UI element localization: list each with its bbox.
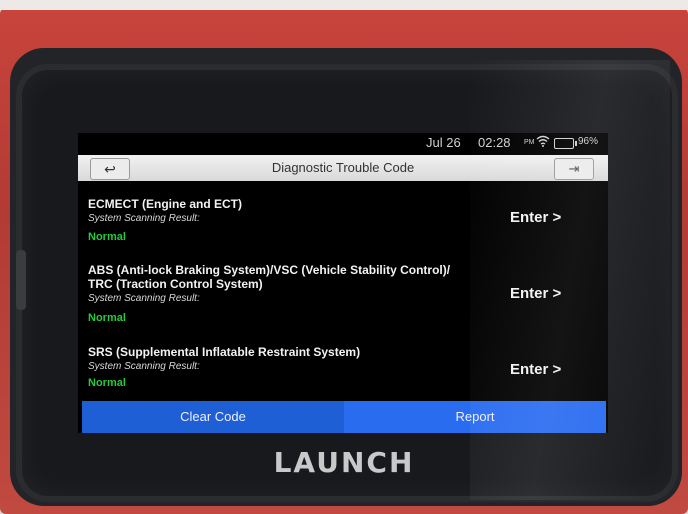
system-name: ABS (Anti-lock Braking System)/VSC (Vehi… — [88, 263, 451, 291]
system-name: ECMECT (Engine and ECT) — [88, 197, 242, 211]
scan-result-label: System Scanning Result: — [88, 213, 200, 224]
status-date: Jul 26 — [426, 135, 461, 150]
status-ampm: PM — [524, 139, 535, 146]
enter-button[interactable]: Enter > — [510, 209, 561, 226]
background-surface — [0, 0, 688, 10]
brand-logo: LAUNCH — [273, 446, 415, 479]
scan-result-label: System Scanning Result: — [88, 293, 200, 304]
system-row-ecm: ECMECT (Engine and ECT) System Scanning … — [78, 193, 608, 249]
page-title: Diagnostic Trouble Code — [271, 160, 415, 175]
system-name: SRS (Supplemental Inflatable Restraint S… — [88, 345, 361, 359]
enter-button[interactable]: Enter > — [510, 285, 561, 302]
clear-code-button[interactable]: Clear Code — [82, 401, 344, 433]
exit-button[interactable]: ⇥ — [554, 158, 594, 180]
scan-result-value: Normal — [88, 312, 126, 324]
report-button[interactable]: Report — [344, 401, 606, 433]
side-button — [16, 250, 26, 310]
scan-result-label: System Scanning Result: — [88, 361, 200, 372]
system-row-abs: ABS (Anti-lock Braking System)/VSC (Vehi… — [78, 259, 608, 329]
scan-result-value: Normal — [88, 231, 126, 243]
battery-icon — [554, 138, 577, 149]
status-bar: Jul 26 02:28 PM 96% — [78, 133, 608, 153]
wifi-icon — [536, 135, 550, 150]
action-bar: Clear Code Report — [82, 401, 606, 433]
title-bar: ↩ Diagnostic Trouble Code ⇥ — [78, 155, 608, 181]
scan-result-value: Normal — [88, 377, 126, 389]
status-time: 02:28 — [478, 135, 511, 150]
enter-button[interactable]: Enter > — [510, 361, 561, 378]
exit-icon: ⇥ — [568, 161, 580, 176]
system-row-srs: SRS (Supplemental Inflatable Restraint S… — [78, 341, 608, 397]
device-screen: Jul 26 02:28 PM 96% ↩ Diagnostic Trouble… — [78, 133, 608, 433]
battery-percent: 96% — [578, 136, 599, 147]
